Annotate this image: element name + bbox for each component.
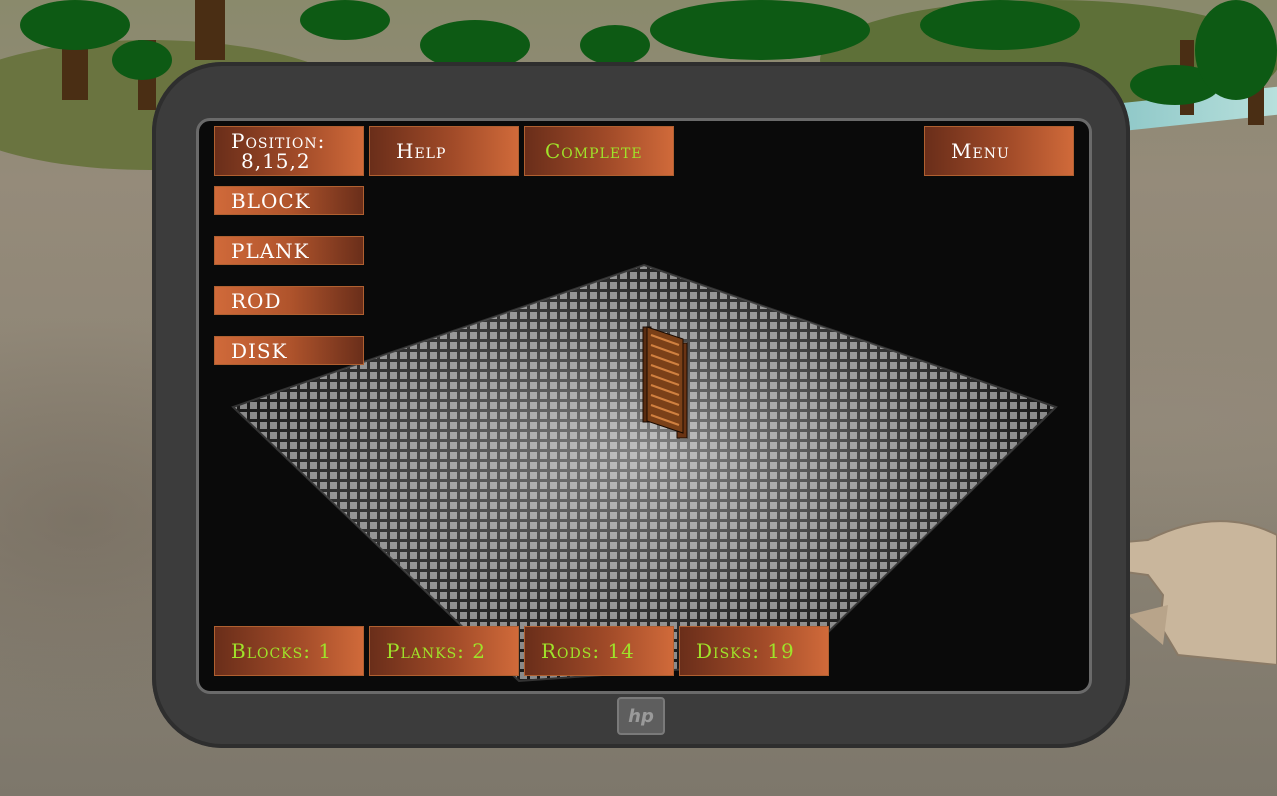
help-button[interactable]: Help	[369, 126, 519, 176]
complete-button[interactable]: Complete	[524, 126, 674, 176]
blocks-count: Blocks: 1	[214, 626, 364, 676]
tree	[580, 25, 650, 65]
disks-count: Disks: 19	[679, 626, 829, 676]
position-value: 8,15,2	[241, 149, 311, 173]
hp-logo-text: hp	[628, 705, 654, 727]
tree	[1195, 0, 1277, 100]
tool-rod-button[interactable]: ROD	[214, 286, 364, 315]
tree	[650, 0, 870, 60]
menu-button[interactable]: Menu	[924, 126, 1074, 176]
rods-count: Rods: 14	[524, 626, 674, 676]
tree	[112, 40, 172, 80]
tool-block-button[interactable]: BLOCK	[214, 186, 364, 215]
position-label: Position:	[231, 129, 326, 153]
tree	[920, 0, 1080, 50]
tree	[300, 0, 390, 40]
plank-structure[interactable]	[642, 326, 688, 439]
planks-count: Planks: 2	[369, 626, 519, 676]
tree	[20, 0, 130, 50]
hp-logo-icon: hp	[617, 697, 665, 735]
tool-disk-button[interactable]: DISK	[214, 336, 364, 365]
tree-trunk	[195, 0, 225, 60]
position-readout: Position: 8,15,2	[214, 126, 364, 176]
tool-plank-button[interactable]: PLANK	[214, 236, 364, 265]
